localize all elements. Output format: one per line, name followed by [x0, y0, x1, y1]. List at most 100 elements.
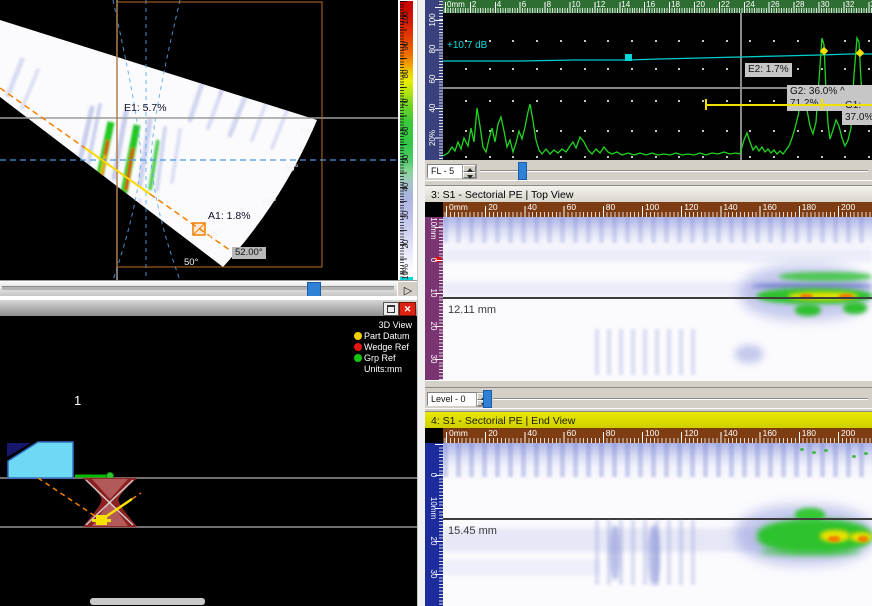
- green-speck: [852, 455, 856, 458]
- tick-label: 60: [429, 74, 437, 83]
- view3d-scrollbar[interactable]: [90, 598, 205, 605]
- faint-streak-strong: [610, 525, 620, 580]
- tick-label: 28: [796, 1, 805, 9]
- tick-label: 4: [497, 1, 501, 9]
- ruler-corner: [425, 428, 443, 443]
- gain-label: +10.7 dB: [447, 41, 487, 51]
- legend-color-dot-icon: [354, 354, 362, 362]
- level-slider-thumb[interactable]: [483, 390, 492, 408]
- legend-color-dot-icon: [354, 343, 362, 351]
- gate-line[interactable]: [705, 104, 872, 106]
- tick-label: 100: [402, 11, 410, 24]
- legend-item: Part Datum: [354, 330, 416, 341]
- tick-label: 60: [402, 126, 410, 135]
- slider-thumb[interactable]: [307, 282, 321, 297]
- tick-label: 160: [763, 429, 777, 438]
- tick-label: 120: [684, 429, 698, 438]
- sector-scan-image: [0, 0, 398, 280]
- g1-badge: G1: 37.0%: [842, 99, 872, 125]
- a1-measurement-label: A1: 1.8%: [208, 211, 251, 222]
- tick-label: 100: [645, 203, 659, 212]
- level-value[interactable]: Level - 0: [427, 392, 477, 406]
- indication-green-lower: [843, 302, 867, 314]
- green-speck: [800, 448, 804, 451]
- tick-label: 20: [696, 1, 705, 9]
- focal-law-spinner[interactable]: [462, 164, 477, 179]
- tick-label: 20: [429, 322, 437, 331]
- close-window-button[interactable]: ✕: [399, 302, 416, 316]
- e1-measurement-label: E1: 5.7%: [124, 103, 167, 114]
- scan-texture: [443, 217, 872, 243]
- scan-band: [443, 560, 600, 575]
- ultrasound-inspection-app: E1: 5.7% A1: 1.8% 52.00° 70°55°50°55°50°…: [0, 0, 872, 606]
- tick-label: 80: [606, 429, 615, 438]
- endview-title: 4: S1 - Sectorial PE | End View: [431, 415, 575, 427]
- legend-color-dot-icon: [354, 332, 362, 340]
- e2-badge: E2: 1.7%: [745, 63, 792, 77]
- spin-down-icon[interactable]: [463, 172, 476, 179]
- sector-scan-slider[interactable]: ▷: [0, 280, 418, 297]
- topview-index-ruler: -10mm0102030: [425, 217, 443, 380]
- view3d-titlebar[interactable]: ✕: [0, 300, 418, 317]
- tick-label: 26: [771, 1, 780, 9]
- gate-start-tick[interactable]: [705, 99, 707, 110]
- indication-green-wisp: [760, 548, 860, 556]
- legend-title: 3D View: [354, 319, 416, 330]
- focal-law-slider-thumb[interactable]: [518, 162, 527, 180]
- tick-label: 80: [402, 70, 410, 79]
- tick-label: 6: [522, 1, 526, 9]
- beam-angle-badge: 52.00°: [232, 247, 266, 259]
- legend-item-label: Part Datum: [364, 331, 410, 341]
- topview-title: 3: S1 - Sectorial PE | Top View: [431, 189, 573, 201]
- endview-depth-ruler: 010mm2030: [425, 443, 443, 606]
- tick-label: 30: [429, 355, 437, 364]
- tick-label: 100: [645, 429, 659, 438]
- beam-marker[interactable]: [193, 223, 205, 235]
- topview-depth-cursor[interactable]: [443, 297, 872, 299]
- gate-end-tick[interactable]: [821, 99, 823, 110]
- topview-titlebar[interactable]: 3: S1 - Sectorial PE | Top View: [425, 186, 872, 203]
- tick-label: 20: [488, 429, 497, 438]
- tick-label: 90: [402, 42, 410, 51]
- indication-green-upper: [779, 272, 872, 281]
- gate-peak-markers: [820, 47, 864, 57]
- focal-law-value[interactable]: FL - 5: [427, 164, 463, 178]
- play-icon: ▷: [404, 284, 412, 297]
- legend-item-label: Grp Ref: [364, 353, 396, 363]
- endview-titlebar-active[interactable]: 4: S1 - Sectorial PE | End View: [425, 412, 872, 429]
- tick-label: 60: [567, 429, 576, 438]
- tick-label: 140: [723, 203, 737, 212]
- tick-label: 80: [429, 45, 437, 54]
- units-label: Units:mm: [354, 363, 416, 374]
- legend-item: Wedge Ref: [354, 341, 416, 352]
- indication-orange-core: [858, 536, 868, 542]
- arc-angle-label: 55°: [284, 164, 298, 174]
- tick-label: 40: [402, 183, 410, 192]
- tcg-point-marker[interactable]: [625, 54, 632, 61]
- scan-band: [443, 250, 872, 262]
- tick-label: 0mm: [449, 429, 468, 438]
- tick-label: 10: [429, 289, 437, 298]
- faint-blob: [735, 345, 763, 363]
- tick-label: 30: [429, 570, 437, 579]
- focal-law-slider[interactable]: [480, 170, 868, 172]
- tick-label: 0mm: [449, 203, 468, 212]
- close-icon: ✕: [404, 305, 412, 314]
- level-slider[interactable]: [493, 398, 868, 400]
- tick-label: 22: [721, 1, 730, 9]
- topview-scan-ruler: 0mm20406080100120140160180200220: [443, 202, 872, 217]
- restore-window-button[interactable]: [383, 302, 399, 316]
- endview-scan-ruler: 0mm20406080100120140160180200220: [443, 428, 872, 443]
- ascan-amplitude-ruler: 10080604020%: [425, 0, 443, 160]
- tick-label: 12: [596, 1, 605, 9]
- tick-label: 180: [802, 203, 816, 212]
- tick-label: 32: [845, 1, 854, 9]
- green-speck: [864, 452, 868, 455]
- endview-panel: 15.45 mm: [443, 443, 872, 606]
- tick-label: 14: [621, 1, 630, 9]
- tick-label: 24: [746, 1, 755, 9]
- tick-label: 180: [802, 429, 816, 438]
- tick-label: 30: [821, 1, 830, 9]
- tick-label: 200: [841, 429, 855, 438]
- group-number-label: 1: [74, 394, 81, 407]
